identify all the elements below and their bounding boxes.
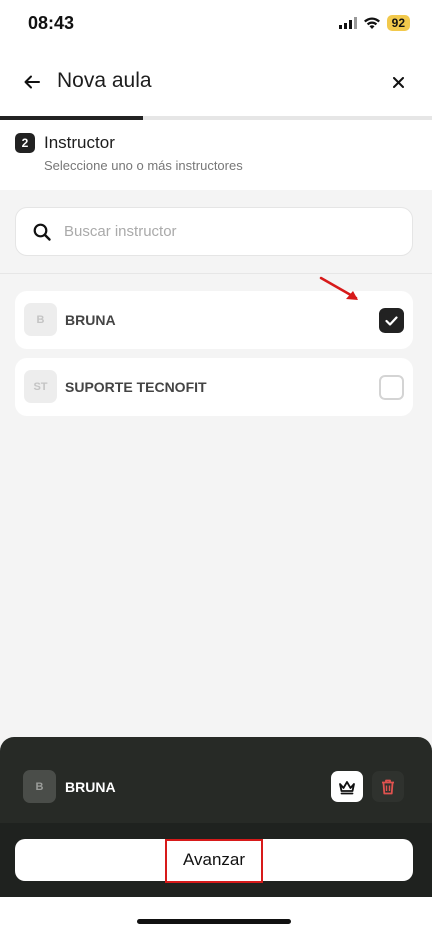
search-box[interactable] [15, 207, 413, 256]
arrow-left-icon [24, 75, 40, 89]
remove-instructor-button[interactable] [372, 771, 404, 802]
close-icon [392, 76, 404, 88]
crown-icon [339, 780, 355, 794]
home-area [0, 897, 432, 932]
check-icon [385, 315, 398, 326]
selected-instructor-name: BRUNA [65, 779, 116, 795]
instructor-checkbox[interactable] [379, 308, 404, 333]
step-number-badge: 2 [15, 133, 35, 153]
close-button[interactable] [388, 72, 408, 92]
back-button[interactable] [20, 70, 44, 94]
page-title: Nova aula [57, 69, 152, 92]
instructor-name: BRUNA [65, 312, 116, 328]
trash-icon [382, 779, 394, 794]
home-indicator[interactable] [137, 919, 291, 924]
footer: Avanzar [0, 823, 432, 897]
avatar: ST [24, 370, 57, 403]
advance-button[interactable]: Avanzar [15, 839, 413, 881]
divider [0, 273, 432, 274]
set-primary-button[interactable] [331, 771, 363, 802]
battery-icon: 92 [386, 15, 410, 31]
avatar: B [23, 770, 56, 803]
status-bar: 08:43 92 [0, 0, 432, 50]
step-title: Instructor [44, 133, 115, 152]
search-input[interactable] [64, 208, 394, 255]
instructor-name: SUPORTE TECNOFIT [65, 379, 207, 395]
wifi-icon [363, 17, 380, 29]
annotation-arrow-icon [319, 276, 358, 300]
status-time: 08:43 [28, 13, 75, 33]
step-section: 2 Instructor Seleccione uno o más instru… [0, 120, 432, 190]
cellular-signal-icon [338, 17, 357, 29]
step-subtitle: Seleccione uno o más instructores [44, 158, 243, 173]
search-icon [33, 223, 51, 241]
avatar: B [24, 303, 57, 336]
status-icons: 92 [338, 15, 410, 31]
selected-instructors-panel: B BRUNA [0, 737, 432, 823]
instructor-row-suporte[interactable]: ST SUPORTE TECNOFIT [15, 358, 413, 416]
header: Nova aula [0, 50, 432, 116]
instructor-checkbox[interactable] [379, 375, 404, 400]
